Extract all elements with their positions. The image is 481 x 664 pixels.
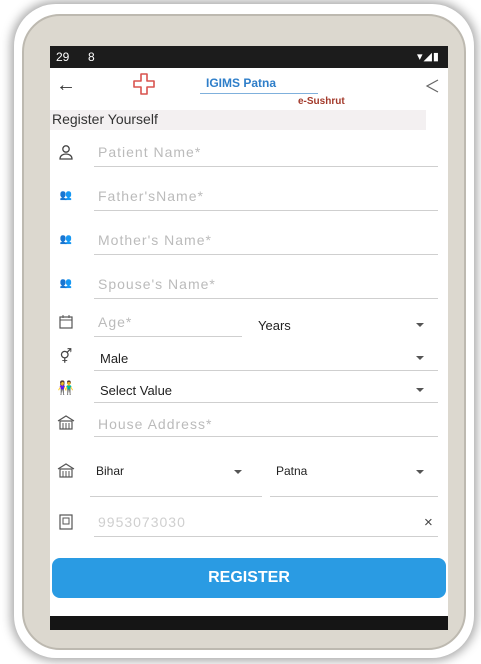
relation-underline — [94, 402, 438, 403]
gender-select[interactable]: Male — [100, 351, 128, 366]
status-sim: 8 — [88, 50, 95, 64]
district-select[interactable]: Patna — [276, 464, 307, 478]
mobile-input[interactable]: 9953073030 — [98, 514, 186, 530]
patient-name-underline — [94, 166, 438, 167]
family-icon: 👥 — [59, 278, 73, 289]
spouse-name-input[interactable]: Spouse's Name* — [98, 276, 216, 292]
gender-underline — [94, 370, 438, 371]
family-icon: 👥 — [59, 190, 73, 201]
house-address-input[interactable]: House Address* — [98, 416, 212, 432]
mobile-underline — [94, 536, 438, 537]
family-icon: 👥 — [59, 234, 73, 245]
app-bar: ← IGIMS Patna e-Sushrut — [50, 68, 448, 110]
father-name-input[interactable]: Father'sName* — [98, 188, 204, 204]
dropdown-arrow-icon[interactable] — [416, 470, 424, 474]
mother-name-input[interactable]: Mother's Name* — [98, 232, 212, 248]
share-icon[interactable] — [424, 78, 440, 94]
calendar-icon — [54, 314, 78, 334]
house-icon — [54, 414, 78, 434]
app-subname: e-Sushrut — [298, 96, 345, 107]
people-icon: 👫 — [57, 380, 75, 395]
relation-select[interactable]: Select Value — [100, 383, 172, 398]
status-time: 29 — [56, 50, 70, 64]
person-icon — [54, 144, 78, 164]
state-select[interactable]: Bihar — [96, 464, 124, 478]
gender-icon: ⚥ — [59, 348, 73, 364]
status-bar: 29 8 ▾◢▮ — [50, 46, 448, 68]
dropdown-arrow-icon[interactable] — [234, 470, 242, 474]
age-underline — [94, 336, 242, 337]
system-nav-bar — [50, 616, 448, 630]
back-arrow-icon[interactable]: ← — [56, 74, 76, 97]
state-underline — [90, 496, 262, 497]
page-title: Register Yourself — [50, 110, 426, 130]
spouse-name-underline — [94, 298, 438, 299]
medical-cross-icon — [133, 73, 155, 95]
age-unit-select[interactable]: Years — [258, 318, 291, 333]
phone-screen: 29 8 ▾◢▮ ← IGIMS Patna e-Sushrut Registe… — [50, 46, 448, 630]
dropdown-arrow-icon[interactable] — [416, 356, 424, 360]
dropdown-arrow-icon[interactable] — [416, 323, 424, 327]
dropdown-arrow-icon[interactable] — [416, 388, 424, 392]
mother-name-underline — [94, 254, 438, 255]
status-icons: ▾◢▮ — [416, 51, 440, 63]
phone-icon — [54, 514, 78, 534]
patient-name-input[interactable]: Patient Name* — [98, 144, 201, 160]
age-input[interactable]: Age* — [98, 314, 132, 330]
father-name-underline — [94, 210, 438, 211]
clear-icon[interactable]: × — [424, 514, 433, 531]
register-button[interactable]: REGISTER — [52, 558, 446, 598]
address-underline — [94, 436, 438, 437]
district-underline — [270, 496, 438, 497]
house-icon — [54, 462, 78, 482]
title-divider — [200, 93, 318, 94]
app-name: IGIMS Patna — [206, 76, 277, 90]
